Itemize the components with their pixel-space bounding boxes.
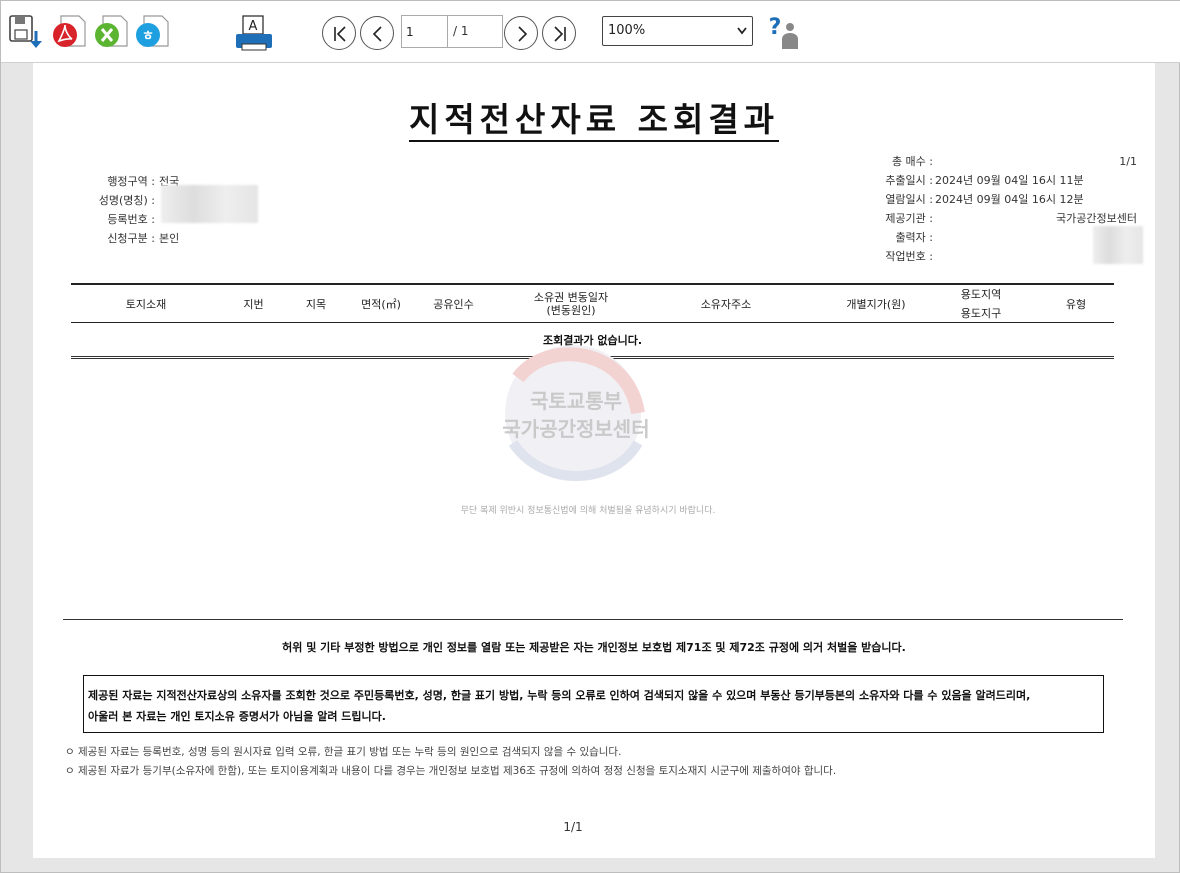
table-header: 토지소재 지번 지목 면적(㎡) 공유인수 소유권 변동일자 (변동원인) 소유… xyxy=(71,283,1114,323)
pdf-icon[interactable] xyxy=(51,13,87,51)
print-icon[interactable]: A xyxy=(234,13,274,51)
watermark-text: 국가공간정보센터 xyxy=(502,417,650,441)
viewer-toolbar: ㅎ A / 1 100% ? xyxy=(1,1,1180,63)
watermark-text: 국토교통부 xyxy=(530,389,622,413)
legal-warning: 허위 및 기타 부정한 방법으로 개인 정보를 열람 또는 제공받은 자는 개인… xyxy=(282,641,906,654)
column-header: 개별지가(원) xyxy=(846,297,906,311)
chevron-down-icon xyxy=(737,27,747,35)
column-header: 면적(㎡) xyxy=(361,297,401,311)
column-header: 소유권 변동일자 (변동원인) xyxy=(533,291,609,317)
svg-text:?: ? xyxy=(769,15,782,40)
column-header: 유형 xyxy=(1065,297,1087,311)
notice-text: 제공된 자료는 지적전산자료상의 소유자를 조회한 것으로 주민등록번호, 성명… xyxy=(88,689,1031,702)
hwp-icon[interactable]: ㅎ xyxy=(134,13,170,51)
redacted-job-number-area xyxy=(1093,226,1143,264)
watermark-caption: 무단 복제 위반시 정보통신법에 의해 처벌됨을 유념하시기 바랍니다. xyxy=(460,506,716,516)
column-header: 지목 xyxy=(305,297,327,311)
column-header: 소유자주소 xyxy=(700,297,752,311)
note-item: ㅇ 제공된 자료는 등록번호, 성명 등의 원시자료 입력 오류, 한글 표기 … xyxy=(65,746,622,758)
save-download-icon[interactable] xyxy=(7,13,43,51)
column-header: 공유인수 xyxy=(433,297,474,311)
page-number: 1/1 xyxy=(563,820,583,834)
prev-page-button[interactable] xyxy=(360,16,394,50)
document-page: 지적전산자료 조회결과 행정구역 : 전국 성명(명칭) : 등록번호 : 신청구… xyxy=(33,63,1155,858)
zoom-select[interactable]: 100% xyxy=(602,16,753,46)
notice-box: 제공된 자료는 지적전산자료상의 소유자를 조회한 것으로 주민등록번호, 성명… xyxy=(83,675,1104,733)
help-icon[interactable]: ? xyxy=(765,13,801,51)
info-row: 신청구분 : 본인 xyxy=(107,232,180,245)
next-page-button[interactable] xyxy=(504,16,538,50)
notice-text: 아울러 본 자료는 개인 토지소유 증명서가 아님을 알려 드립니다. xyxy=(88,710,386,723)
document-title: 지적전산자료 조회결과 xyxy=(33,93,1155,142)
last-page-button[interactable] xyxy=(542,16,576,50)
column-header: 용도지역 용도지구 xyxy=(960,288,1002,320)
svg-text:A: A xyxy=(249,19,258,34)
divider xyxy=(63,619,1123,620)
notes-list: ㅇ 제공된 자료는 등록번호, 성명 등의 원시자료 입력 오류, 한글 표기 … xyxy=(65,743,836,781)
redacted-name-area xyxy=(161,185,258,223)
excel-icon[interactable] xyxy=(93,13,129,51)
page-total: / 1 xyxy=(447,15,503,48)
zoom-value: 100% xyxy=(608,23,646,38)
column-header: 토지소재 xyxy=(125,297,167,311)
svg-text:ㅎ: ㅎ xyxy=(142,29,154,44)
first-page-button[interactable] xyxy=(322,16,356,50)
column-header: 지번 xyxy=(243,297,264,311)
page-number-input[interactable] xyxy=(401,15,448,48)
note-item: ㅇ 제공된 자료가 등기부(소유자에 한함), 또는 토지이용계획과 내용이 다… xyxy=(65,765,837,777)
